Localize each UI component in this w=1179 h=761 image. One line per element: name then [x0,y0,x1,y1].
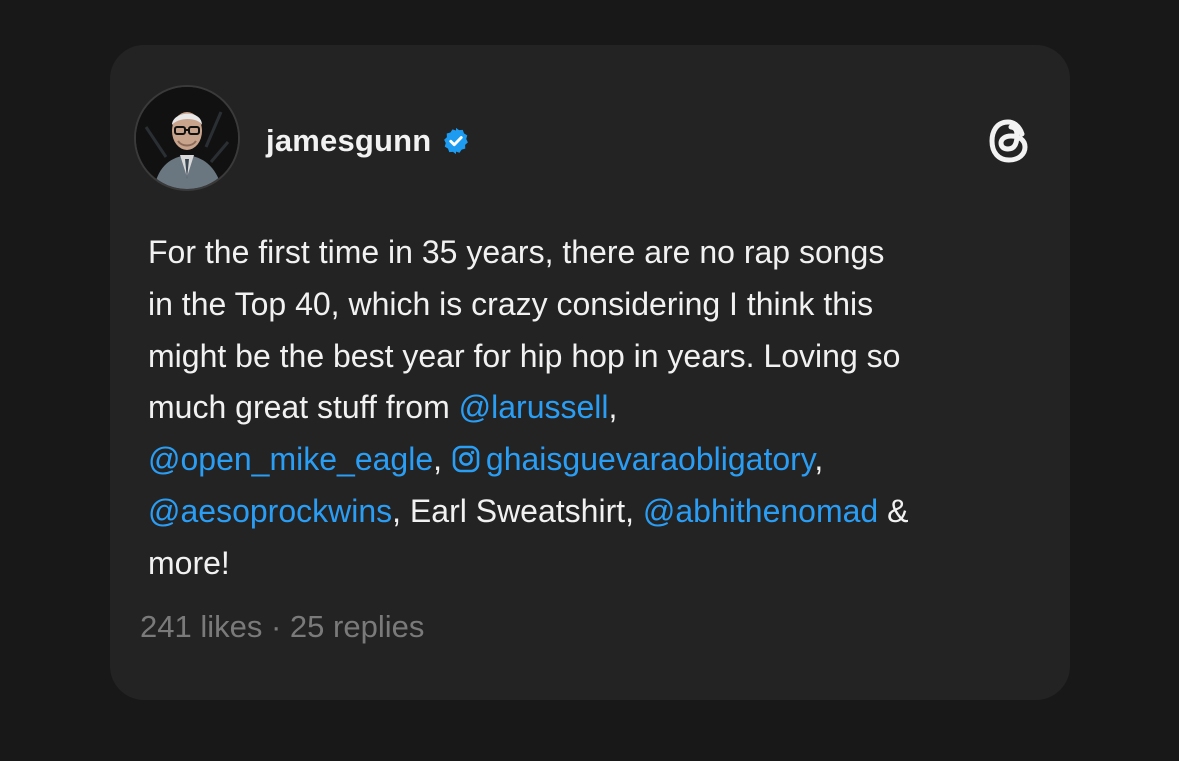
avatar[interactable] [134,85,240,191]
username[interactable]: jamesgunn [266,123,431,159]
text-segment: , [433,441,451,478]
text-segment: & [878,492,909,529]
text-segment: , Earl Sweatshirt, [392,492,643,529]
mention-link-open-mike-eagle[interactable]: @open_mike_eagle [148,441,433,477]
text-segment: , [814,441,824,478]
post-header: jamesgunn [266,121,471,161]
threads-logo-icon[interactable] [984,115,1036,167]
post-text-line: @open_mike_eagle, ghaisguevaraobligatory… [148,434,1048,486]
post-text-line: @aesoprockwins, Earl Sweatshirt, @abhith… [148,486,1048,538]
mention-link-aesoprockwins[interactable]: @aesoprockwins [148,493,392,529]
likes-count[interactable]: 241 likes [140,609,262,644]
post-card: jamesgunn For the first time in 35 years… [110,45,1070,700]
stats-separator: · [262,609,290,644]
post-text: For the first time in 35 years, there ar… [148,227,1048,590]
verified-badge-icon [441,126,471,156]
post-text-line: more! [148,544,230,581]
post-text-line: might be the best year for hip hop in ye… [148,337,901,374]
post-text-line: in the Top 40, which is crazy considerin… [148,285,874,322]
text-segment: , [608,389,618,426]
avatar-photo [136,87,238,189]
replies-count[interactable]: 25 replies [290,609,424,644]
post-text-line: For the first time in 35 years, there ar… [148,234,885,270]
post-text-line: much great stuff from @larussell, [148,382,1048,434]
mention-link-abhithenomad[interactable]: @abhithenomad [643,493,878,529]
mention-link-larussell[interactable]: @larussell [459,389,609,425]
instagram-mention-label: ghaisguevaraobligatory [485,441,815,478]
instagram-icon [451,438,481,473]
instagram-mention-link[interactable]: ghaisguevaraobligatory [451,438,815,478]
post-stats: 241 likes · 25 replies [140,609,424,645]
text-segment: much great stuff from [148,389,459,426]
